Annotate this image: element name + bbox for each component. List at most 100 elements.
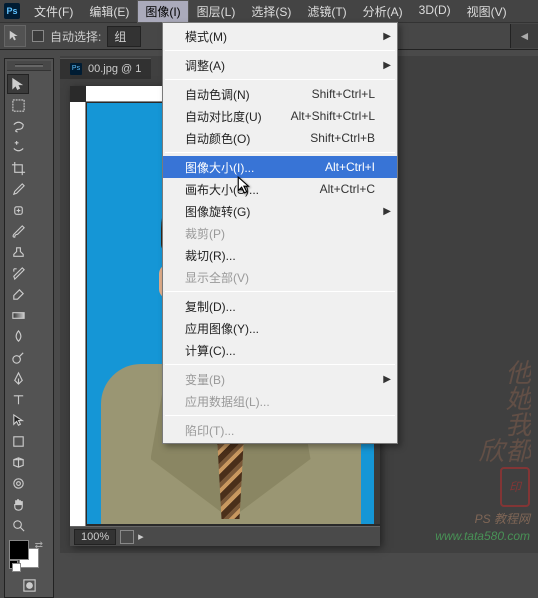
toolbox-grip[interactable] — [7, 61, 51, 71]
menu-item[interactable]: 画布大小(S)...Alt+Ctrl+C — [163, 178, 397, 200]
menu-item-label: 图像大小(I)... — [185, 159, 325, 176]
menu-item: 应用数据组(L)... — [163, 390, 397, 412]
menu-item[interactable]: 裁切(R)... — [163, 244, 397, 266]
watermark-seal: 印 — [500, 467, 530, 507]
document-filename: 00.jpg @ 1 — [88, 63, 141, 75]
watermark-line2: www.tata580.com — [435, 528, 530, 545]
shape-tool[interactable] — [7, 431, 29, 451]
toolbox: ⇄ — [4, 58, 54, 598]
menu-item[interactable]: 图像旋转(G) ▶ — [163, 200, 397, 222]
healing-tool[interactable] — [7, 200, 29, 220]
menu-separator — [165, 79, 395, 80]
menu-item[interactable]: 复制(D)... — [163, 295, 397, 317]
quick-select-tool[interactable] — [7, 137, 29, 157]
eyedropper-tool[interactable] — [7, 179, 29, 199]
menubar-item[interactable]: 图像(I) — [137, 0, 188, 23]
pen-tool[interactable] — [7, 368, 29, 388]
blur-tool[interactable] — [7, 326, 29, 346]
menubar-item[interactable]: 分析(A) — [355, 0, 411, 23]
menu-item[interactable]: 自动颜色(O)Shift+Ctrl+B — [163, 127, 397, 149]
menu-item-label: 裁剪(P) — [185, 225, 375, 242]
menu-item[interactable]: 应用图像(Y)... — [163, 317, 397, 339]
menu-item[interactable]: 调整(A) ▶ — [163, 54, 397, 76]
hand-tool[interactable] — [7, 494, 29, 514]
menu-item-label: 调整(A) — [185, 57, 375, 74]
menubar-item[interactable]: 3D(D) — [411, 0, 459, 23]
menu-item-label: 自动对比度(U) — [185, 108, 291, 125]
swap-colors-icon[interactable]: ⇄ — [35, 540, 43, 551]
history-brush-tool[interactable] — [7, 263, 29, 283]
submenu-arrow-icon: ▶ — [383, 206, 391, 217]
watermark: 他她我都欣 印 PS 教程网 www.tata580.com — [435, 343, 530, 545]
move-tool[interactable] — [7, 74, 29, 94]
status-menu-icon[interactable]: ▸ — [138, 530, 144, 543]
submenu-arrow-icon: ▶ — [383, 31, 391, 42]
menu-separator — [165, 152, 395, 153]
menu-item-shortcut: Shift+Ctrl+B — [310, 131, 375, 145]
submenu-arrow-icon: ▶ — [383, 60, 391, 71]
quick-mask-tool[interactable] — [18, 575, 40, 595]
menu-item[interactable]: 图像大小(I)...Alt+Ctrl+I — [163, 156, 397, 178]
menu-item-label: 应用图像(Y)... — [185, 320, 375, 337]
3d-camera-tool[interactable] — [7, 473, 29, 493]
3d-tool[interactable] — [7, 452, 29, 472]
menu-item: 变量(B)▶ — [163, 368, 397, 390]
auto-select-dropdown[interactable]: 组 — [107, 26, 141, 47]
menu-item-label: 自动颜色(O) — [185, 130, 310, 147]
menu-item: 陷印(T)... — [163, 419, 397, 441]
status-bar: 100% ▸ — [70, 526, 380, 546]
zoom-level[interactable]: 100% — [74, 529, 116, 545]
color-swatches[interactable]: ⇄ — [9, 540, 51, 572]
marquee-tool[interactable] — [7, 95, 29, 115]
menubar-item[interactable]: 选择(S) — [243, 0, 299, 23]
menubar-item[interactable]: 编辑(E) — [81, 0, 137, 23]
menu-item: 裁剪(P) — [163, 222, 397, 244]
menu-item-shortcut: Alt+Ctrl+C — [320, 182, 375, 196]
menubar-item[interactable]: 文件(F) — [26, 0, 81, 23]
active-tool-indicator[interactable] — [4, 25, 26, 47]
menu-item: 显示全部(V) — [163, 266, 397, 288]
foreground-swatch[interactable] — [9, 540, 29, 560]
lasso-tool[interactable] — [7, 116, 29, 136]
status-info-icon[interactable] — [120, 530, 134, 544]
menu-separator — [165, 291, 395, 292]
document-tab[interactable]: Ps 00.jpg @ 1 — [60, 58, 151, 79]
zoom-tool[interactable] — [7, 515, 29, 535]
brush-tool[interactable] — [7, 221, 29, 241]
menu-item[interactable]: 自动对比度(U)Alt+Shift+Ctrl+L — [163, 105, 397, 127]
type-tool[interactable] — [7, 389, 29, 409]
menu-item[interactable]: 模式(M) ▶ — [163, 25, 397, 47]
crop-tool[interactable] — [7, 158, 29, 178]
gradient-tool[interactable] — [7, 305, 29, 325]
menu-item[interactable]: 计算(C)... — [163, 339, 397, 361]
menu-item-label: 应用数据组(L)... — [185, 393, 375, 410]
panel-collapse-icon[interactable]: ◄ — [510, 24, 538, 48]
menubar-item[interactable]: 视图(V) — [459, 0, 515, 23]
menu-item-label: 图像旋转(G) — [185, 203, 375, 220]
app-logo: Ps — [4, 3, 20, 19]
auto-select-checkbox[interactable] — [32, 30, 44, 42]
stamp-tool[interactable] — [7, 242, 29, 262]
eraser-tool[interactable] — [7, 284, 29, 304]
menu-item-label: 画布大小(S)... — [185, 181, 320, 198]
menu-item-label: 变量(B) — [185, 371, 375, 388]
menubar: Ps 文件(F)编辑(E)图像(I)图层(L)选择(S)滤镜(T)分析(A)3D… — [0, 0, 538, 22]
menu-item-label: 模式(M) — [185, 28, 375, 45]
default-colors-icon[interactable] — [9, 560, 21, 572]
menu-item-shortcut: Alt+Ctrl+I — [325, 160, 375, 174]
menu-separator — [165, 415, 395, 416]
menu-item-label: 自动色调(N) — [185, 86, 312, 103]
menu-item-label: 裁切(R)... — [185, 247, 375, 264]
ruler-vertical[interactable] — [70, 102, 86, 526]
menubar-item[interactable]: 滤镜(T) — [299, 0, 354, 23]
dodge-tool[interactable] — [7, 347, 29, 367]
menu-item[interactable]: 自动色调(N)Shift+Ctrl+L — [163, 83, 397, 105]
menubar-item[interactable]: 图层(L) — [189, 0, 244, 23]
menu-item-label: 计算(C)... — [185, 342, 375, 359]
menu-separator — [165, 364, 395, 365]
menu-item-label: 陷印(T)... — [185, 422, 375, 439]
doc-type-icon: Ps — [70, 63, 82, 75]
path-select-tool[interactable] — [7, 410, 29, 430]
menu-item-shortcut: Shift+Ctrl+L — [312, 87, 375, 101]
auto-select-label: 自动选择: — [50, 28, 101, 45]
